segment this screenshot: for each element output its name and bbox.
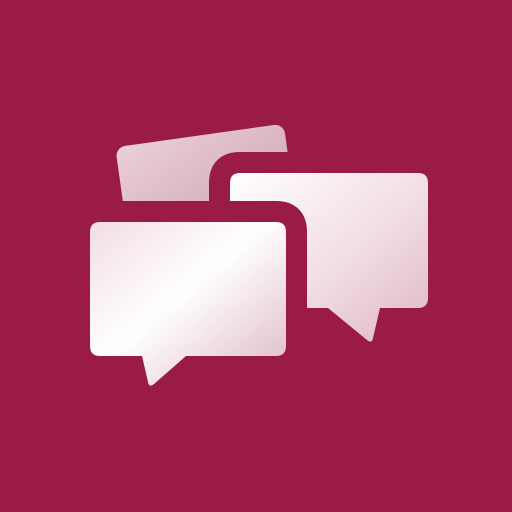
app-icon <box>0 0 512 512</box>
front-speech-bubble <box>69 201 307 411</box>
chat-bubbles-icon <box>0 0 512 512</box>
